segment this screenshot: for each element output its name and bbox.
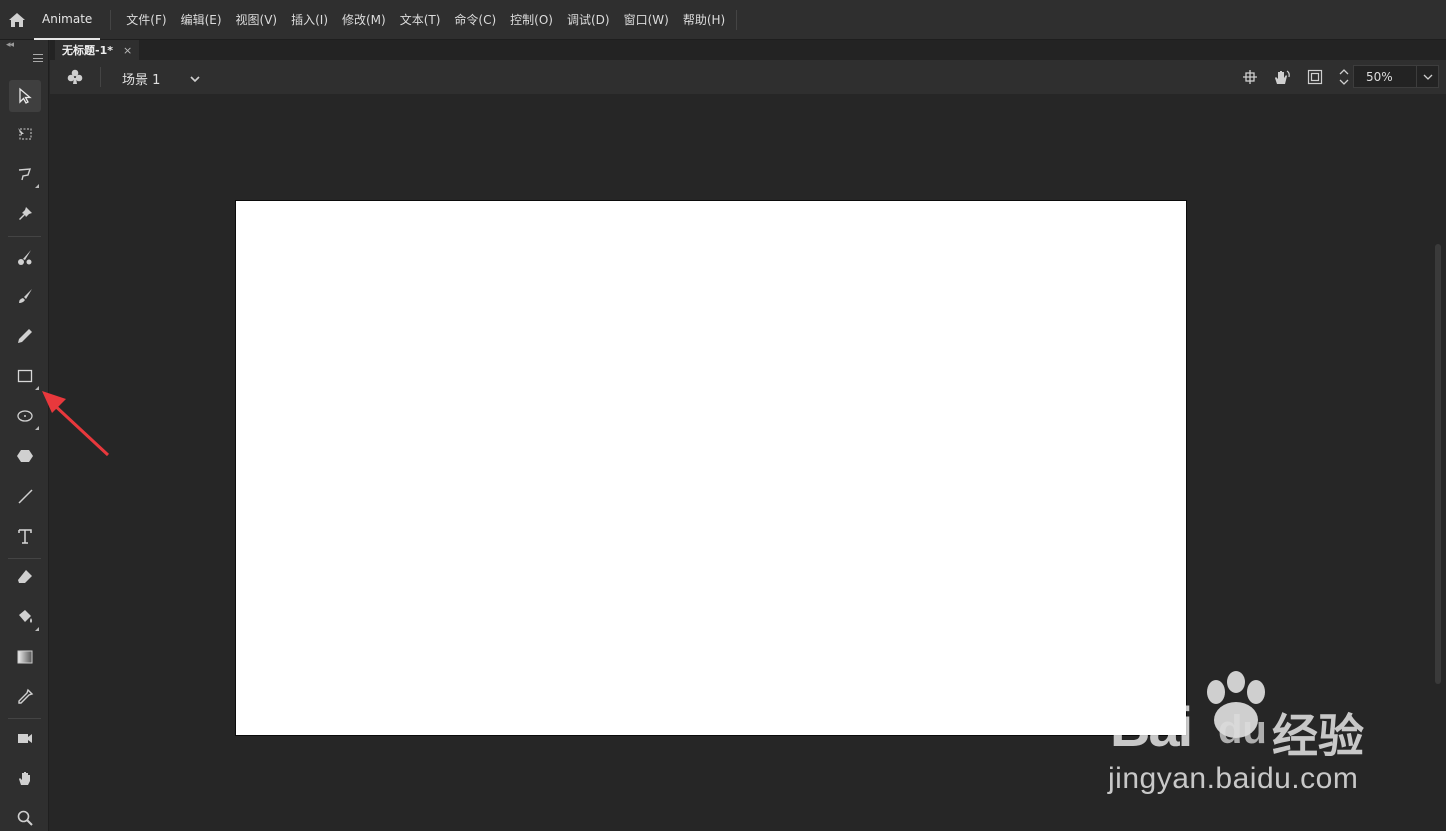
paint-bucket-icon xyxy=(19,610,32,623)
hand-icon xyxy=(19,772,30,785)
line-icon xyxy=(18,489,33,504)
menu-modify[interactable]: 修改(M) xyxy=(335,0,393,40)
stage-canvas[interactable] xyxy=(235,200,1187,736)
eraser-icon xyxy=(18,570,32,583)
hand-tool[interactable] xyxy=(9,762,41,794)
asset-warp-tool[interactable] xyxy=(9,198,41,230)
lasso-icon xyxy=(18,168,32,181)
watermark-jingyan: 经验 xyxy=(1272,709,1364,763)
gradient-icon xyxy=(17,650,33,664)
zoom-tool[interactable] xyxy=(9,802,41,831)
chevron-down-icon xyxy=(1423,74,1432,80)
document-tab-title: 无标题-1* xyxy=(62,44,113,57)
panel-menu-icon[interactable] xyxy=(33,54,43,62)
vertical-scrollbar[interactable] xyxy=(1435,244,1441,684)
clip-canvas-icon[interactable] xyxy=(1307,69,1323,89)
menu-insert[interactable]: 插入(I) xyxy=(284,0,335,40)
menu-bar: Animate 文件(F) 编辑(E) 视图(V) 插入(I) 修改(M) 文本… xyxy=(0,0,1446,40)
scene-name: 场景 1 xyxy=(122,73,161,88)
center-stage-icon[interactable] xyxy=(1242,69,1258,89)
document-tab[interactable]: 无标题-1* × xyxy=(55,40,139,60)
oval-icon xyxy=(17,410,33,422)
eyedropper-tool[interactable] xyxy=(9,681,41,713)
menu-edit[interactable]: 编辑(E) xyxy=(174,0,229,40)
hexagon-icon xyxy=(17,450,33,462)
camera-icon xyxy=(18,734,32,743)
divider xyxy=(736,9,738,30)
document-tab-bar: 无标题-1* × xyxy=(50,40,1446,60)
oval-tool[interactable] xyxy=(9,400,41,432)
close-tab-icon[interactable]: × xyxy=(123,44,132,57)
menu-window[interactable]: 窗口(W) xyxy=(617,0,676,40)
gradient-tool[interactable] xyxy=(9,641,41,673)
free-transform-icon xyxy=(18,128,32,140)
watermark-url: jingyan.baidu.com xyxy=(1108,762,1359,795)
menu-text[interactable]: 文本(T) xyxy=(393,0,448,40)
pencil-tool[interactable] xyxy=(9,320,41,352)
edit-bar: 场景 1 50% xyxy=(50,60,1446,94)
eraser-tool[interactable] xyxy=(9,561,41,593)
eyedropper-icon xyxy=(18,688,34,704)
magnifier-icon xyxy=(17,810,33,826)
menu-debug[interactable]: 调试(D) xyxy=(560,0,617,40)
annotation-arrow-icon xyxy=(42,391,110,457)
selection-arrow-icon xyxy=(19,87,32,104)
zoom-dropdown-button[interactable] xyxy=(1417,65,1439,88)
line-tool[interactable] xyxy=(9,480,41,512)
free-transform-tool[interactable] xyxy=(9,118,41,150)
home-icon xyxy=(9,12,25,27)
watermark-bai: Bai xyxy=(1110,695,1193,758)
baidu-jingyan-watermark: Bai du 经验 jingyan.baidu.com xyxy=(1100,670,1380,810)
scene-club-icon[interactable] xyxy=(66,68,84,90)
text-icon xyxy=(18,529,32,544)
divider xyxy=(100,67,101,87)
tools-panel-header: ◂◂ xyxy=(0,40,48,68)
text-tool[interactable] xyxy=(9,520,41,552)
rectangle-icon xyxy=(17,369,33,383)
polystar-tool[interactable] xyxy=(9,440,41,472)
menu-control[interactable]: 控制(O) xyxy=(503,0,560,40)
divider xyxy=(110,9,112,30)
pencil-icon xyxy=(18,329,32,343)
menu-commands[interactable]: 命令(C) xyxy=(447,0,503,40)
zoom-input[interactable]: 50% xyxy=(1353,65,1417,88)
collapse-panel-icon[interactable]: ◂◂ xyxy=(6,40,14,50)
chevron-down-icon[interactable] xyxy=(189,70,201,89)
lasso-tool[interactable] xyxy=(9,158,41,190)
rotate-stage-icon[interactable] xyxy=(1273,69,1291,89)
watermark-du: du xyxy=(1218,708,1267,752)
brush-icon xyxy=(19,289,32,303)
fluid-brush-tool[interactable] xyxy=(9,241,41,273)
menu-view[interactable]: 视图(V) xyxy=(229,0,285,40)
pin-icon xyxy=(19,207,32,220)
classic-brush-tool[interactable] xyxy=(9,280,41,312)
zoom-stepper[interactable] xyxy=(1336,66,1352,88)
app-name: Animate xyxy=(34,0,101,40)
fluid-brush-icon xyxy=(18,250,32,265)
home-button[interactable] xyxy=(0,0,34,40)
camera-tool[interactable] xyxy=(9,722,41,754)
paint-bucket-tool[interactable] xyxy=(9,601,41,633)
menu-file[interactable]: 文件(F) xyxy=(119,0,173,40)
rectangle-tool[interactable] xyxy=(9,360,41,392)
menu-help[interactable]: 帮助(H) xyxy=(676,0,732,40)
selection-tool[interactable] xyxy=(9,80,41,112)
